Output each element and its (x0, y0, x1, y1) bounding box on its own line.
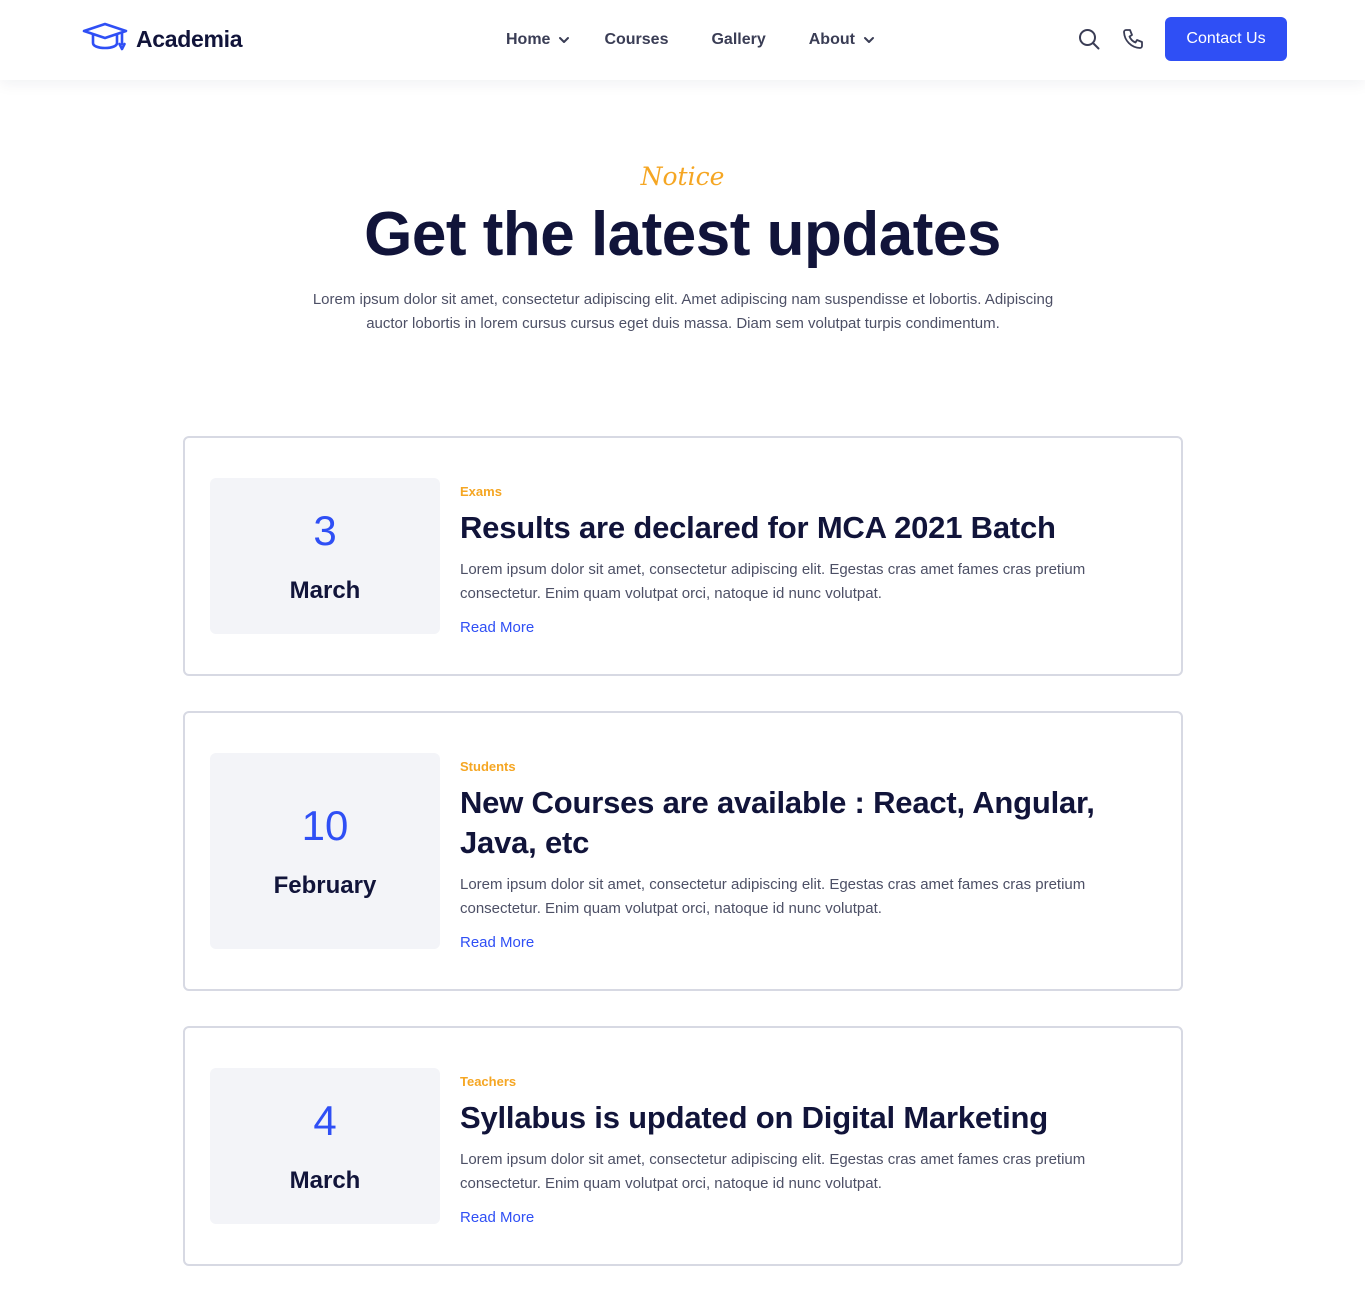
nav-item-label: About (808, 31, 855, 48)
notice-category: Students (460, 759, 516, 774)
notice-title[interactable]: New Courses are available : React, Angul… (460, 783, 1150, 863)
site-header: Academia Home Courses Gallery About Cont… (0, 0, 1365, 80)
notice-card: 3 March Exams Results are declared for M… (183, 436, 1183, 676)
nav-item-courses[interactable]: Courses (604, 28, 668, 52)
notice-content: Exams Results are declared for MCA 2021 … (460, 484, 1150, 638)
read-more-link[interactable]: Read More (460, 1208, 534, 1228)
brand-logo[interactable]: Academia (82, 22, 243, 57)
date-day: 3 (313, 507, 337, 554)
notice-content: Students New Courses are available : Rea… (460, 759, 1150, 953)
nav-item-home[interactable]: Home (506, 28, 570, 52)
notice-title[interactable]: Results are declared for MCA 2021 Batch (460, 508, 1150, 548)
nav-item-about[interactable]: About (809, 28, 875, 52)
nav-item-label: Gallery (711, 31, 766, 48)
notice-title[interactable]: Syllabus is updated on Digital Marketing (460, 1098, 1150, 1138)
section-description: Lorem ipsum dolor sit amet, consectetur … (312, 291, 1054, 332)
page-title: Get the latest updates (364, 200, 1001, 269)
graduation-cap-icon (82, 22, 128, 57)
date-box: 10 February (210, 753, 440, 949)
read-more-link[interactable]: Read More (460, 618, 534, 638)
date-box: 4 March (210, 1068, 440, 1224)
section-eyebrow: Notice (640, 162, 725, 191)
notice-text: Lorem ipsum dolor sit amet, consectetur … (460, 876, 1086, 917)
date-day: 4 (313, 1097, 337, 1144)
nav-item-label: Courses (604, 31, 669, 48)
read-more-link[interactable]: Read More (460, 933, 534, 953)
brand-name: Academia (136, 25, 243, 52)
notice-category: Teachers (460, 1074, 517, 1089)
notice-text: Lorem ipsum dolor sit amet, consectetur … (460, 1151, 1086, 1192)
nav-item-label: Home (506, 31, 551, 48)
notice-text: Lorem ipsum dolor sit amet, consectetur … (460, 561, 1086, 602)
notice-card: 10 February Students New Courses are ava… (183, 711, 1183, 991)
date-month: February (273, 872, 377, 899)
contact-us-button[interactable]: Contact Us (1165, 17, 1287, 61)
nav-item-gallery[interactable]: Gallery (711, 28, 765, 52)
date-day: 10 (301, 802, 349, 849)
date-month: March (289, 1167, 361, 1194)
chevron-down-icon (559, 37, 570, 43)
notice-content: Teachers Syllabus is updated on Digital … (460, 1074, 1150, 1228)
search-icon[interactable] (1077, 27, 1101, 51)
date-month: March (289, 577, 361, 604)
notice-card: 4 March Teachers Syllabus is updated on … (183, 1026, 1183, 1266)
date-box: 3 March (210, 478, 440, 634)
phone-icon[interactable] (1121, 27, 1145, 51)
notice-category: Exams (460, 484, 502, 499)
main-nav: Home Courses Gallery About (506, 28, 875, 52)
chevron-down-icon (863, 37, 874, 43)
